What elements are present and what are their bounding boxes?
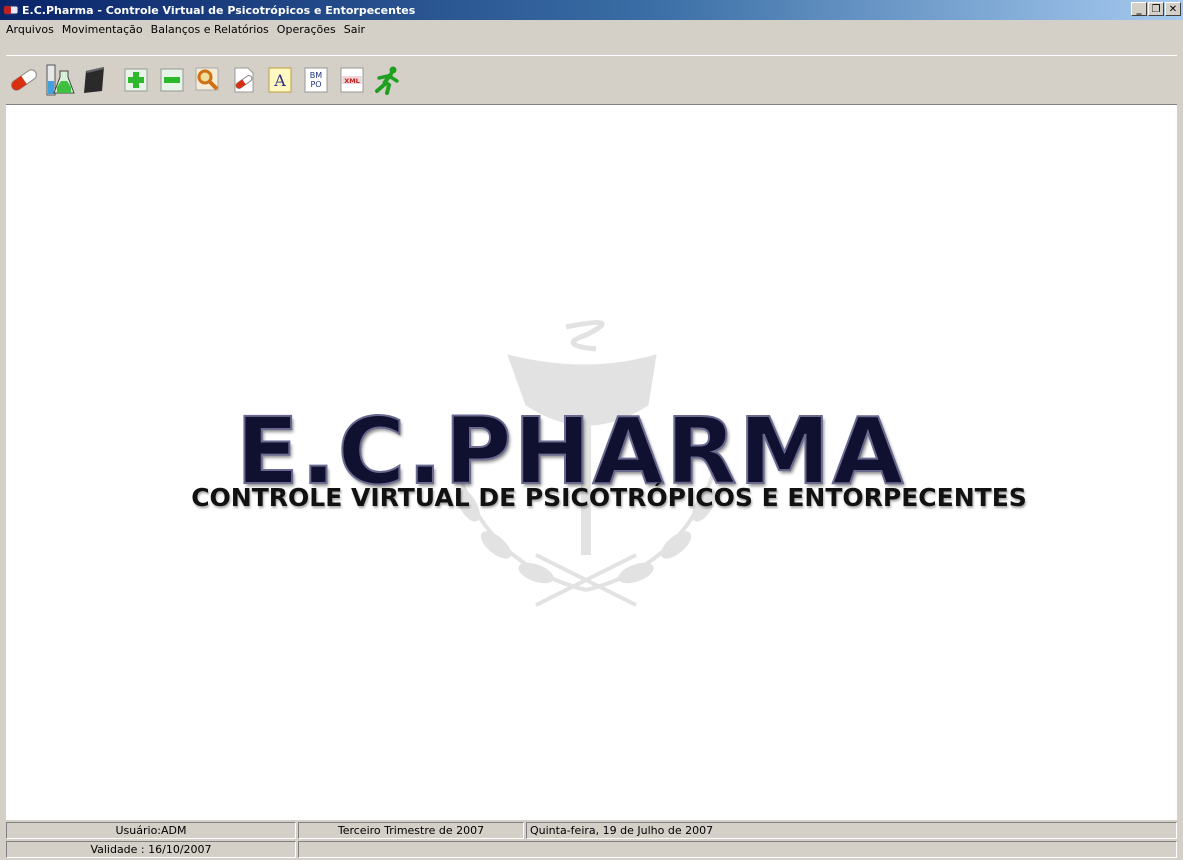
bmpo-icon: BM PO <box>304 67 328 93</box>
toolbar-button-xml[interactable]: XML <box>336 60 368 100</box>
toolbar-button-font[interactable]: A <box>264 60 296 100</box>
bmpo-icon-top: BM <box>310 71 322 80</box>
window-title: E.C.Pharma - Controle Virtual de Psicotr… <box>22 3 416 17</box>
minimize-button[interactable]: _ <box>1131 2 1147 16</box>
toolbar-button-lab[interactable] <box>44 60 76 100</box>
toolbar-button-remove[interactable] <box>156 60 188 100</box>
app-icon[interactable] <box>3 3 19 17</box>
window-controls: _ ❐ ✕ <box>1131 2 1181 16</box>
lab-flask-icon <box>46 64 75 96</box>
status-date: Quinta-feira, 19 de Julho de 2007 <box>526 822 1177 839</box>
main-area: E.C.PHARMA CONTROLE VIRTUAL DE PSICOTRÓP… <box>6 104 1177 820</box>
status-empty <box>298 841 1177 858</box>
toolbar-button-bmpo[interactable]: BM PO <box>300 60 332 100</box>
status-validity: Validade : 16/10/2007 <box>6 841 296 858</box>
exit-runner-icon <box>375 66 399 95</box>
status-validity-text: Validade : 16/10/2007 <box>90 843 212 856</box>
title-bar: E.C.Pharma - Controle Virtual de Psicotr… <box>0 0 1183 20</box>
menu-movimentacao[interactable]: Movimentação <box>60 23 149 36</box>
document-pill-icon <box>234 67 254 93</box>
logo-tagline: CONTROLE VIRTUAL DE PSICOTRÓPICOS E ENTO… <box>191 483 1027 512</box>
toolbar: A BM PO XML <box>6 55 1177 104</box>
toolbar-button-search[interactable] <box>192 60 224 100</box>
status-user: Usuário:ADM <box>6 822 296 839</box>
menu-bar: Arquivos Movimentação Balanços e Relatór… <box>0 20 371 39</box>
toolbar-button-add[interactable] <box>120 60 152 100</box>
menu-sair[interactable]: Sair <box>342 23 371 36</box>
bmpo-icon-bottom: PO <box>310 80 321 89</box>
xml-icon-label: XML <box>344 77 360 85</box>
splash-logo: E.C.PHARMA CONTROLE VIRTUAL DE PSICOTRÓP… <box>156 315 1056 615</box>
xml-icon: XML <box>340 67 364 93</box>
toolbar-button-pill[interactable] <box>8 60 40 100</box>
toolbar-button-book[interactable] <box>78 60 110 100</box>
toolbar-button-document[interactable] <box>228 60 260 100</box>
menu-operacoes[interactable]: Operações <box>275 23 342 36</box>
close-button[interactable]: ✕ <box>1165 2 1181 16</box>
search-icon <box>195 67 219 91</box>
menu-balancos-relatorios[interactable]: Balanços e Relatórios <box>149 23 275 36</box>
remove-icon <box>160 68 184 92</box>
toolbar-button-exit[interactable] <box>372 60 404 100</box>
font-icon: A <box>268 67 292 93</box>
status-bar: Usuário:ADM Terceiro Trimestre de 2007 Q… <box>6 820 1177 860</box>
pill-icon <box>11 69 37 91</box>
font-icon-letter: A <box>273 71 286 90</box>
menu-arquivos[interactable]: Arquivos <box>4 23 60 36</box>
maximize-button[interactable]: ❐ <box>1148 2 1164 16</box>
status-user-text: Usuário:ADM <box>115 824 187 837</box>
status-period: Terceiro Trimestre de 2007 <box>298 822 524 839</box>
status-date-text: Quinta-feira, 19 de Julho de 2007 <box>530 824 714 837</box>
add-icon <box>124 68 148 92</box>
book-icon <box>84 67 104 93</box>
status-period-text: Terceiro Trimestre de 2007 <box>337 824 485 837</box>
